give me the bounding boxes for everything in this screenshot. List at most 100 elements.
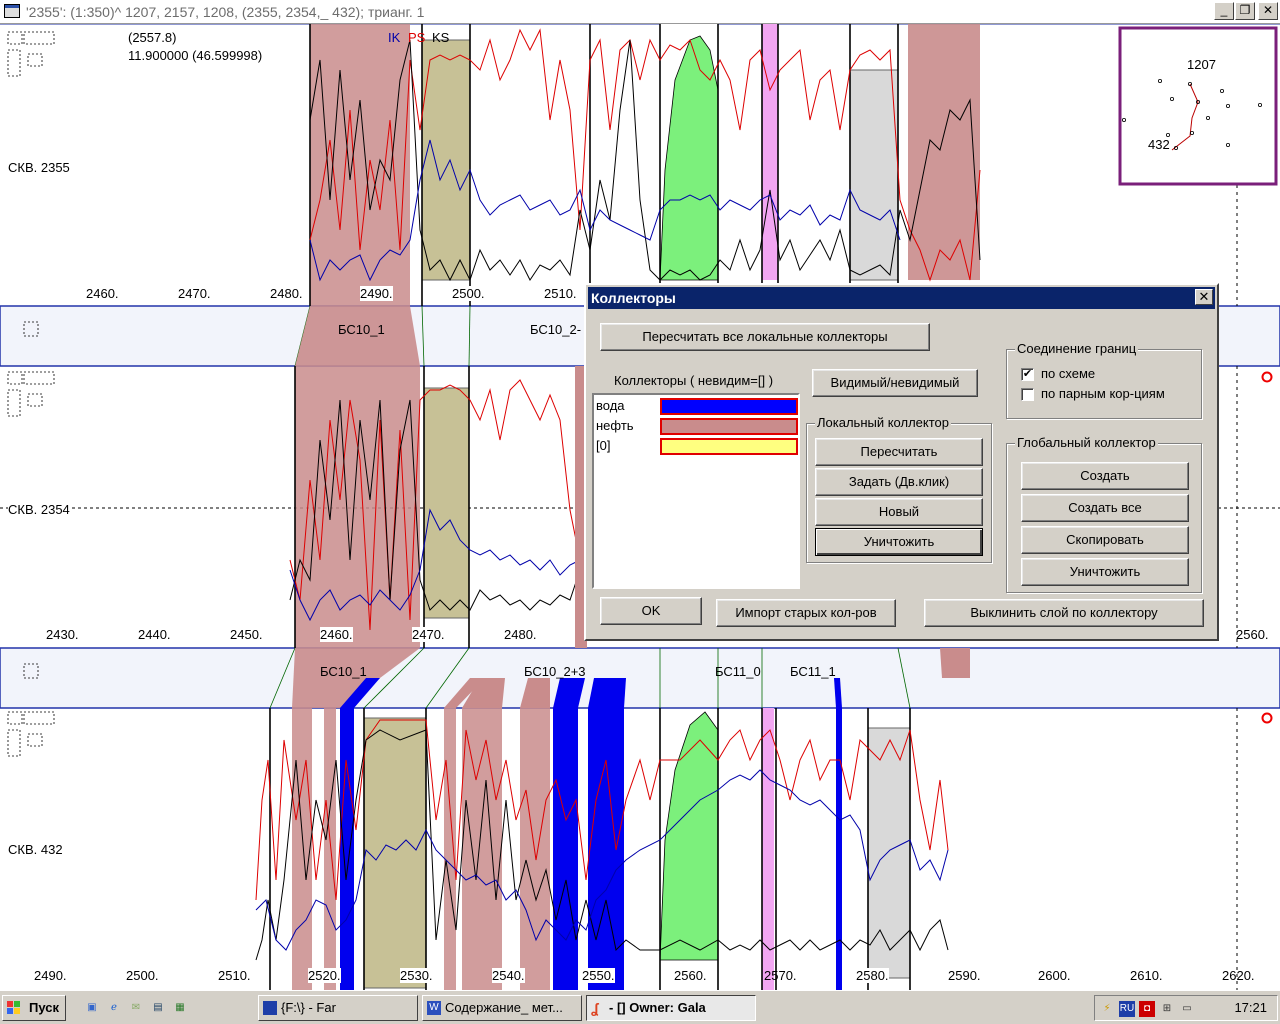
global-create-all-button[interactable]: Создать все — [1021, 494, 1189, 522]
strat-label: БС10_1 — [338, 322, 385, 337]
tick-label: 2530. — [400, 968, 433, 983]
dialog-title: Коллекторы — [588, 287, 1215, 309]
minimap-label-432: 432 — [1148, 137, 1170, 152]
task-owner[interactable]: ʆ - [] Owner: Gala — [586, 995, 756, 1021]
maximize-button[interactable]: ❐ — [1235, 2, 1255, 20]
minimize-button[interactable]: _ — [1214, 2, 1234, 20]
word-icon: W — [427, 1001, 441, 1015]
global-group-label: Глобальный коллектор — [1015, 435, 1158, 450]
windows-logo-icon — [7, 1001, 20, 1014]
tick-label: 2480. — [270, 286, 303, 301]
task-far[interactable]: {F:\} - Far — [258, 995, 418, 1021]
import-old-button[interactable]: Импорт старых кол-ров — [716, 599, 896, 627]
collectors-dialog: Коллекторы ✕ Пересчитать все локальные к… — [584, 283, 1219, 641]
list-item-oil[interactable]: нефть — [596, 418, 634, 433]
app-icon[interactable] — [4, 4, 20, 18]
usb-icon[interactable]: ⊞ — [1159, 1001, 1175, 1017]
strat-label: БС10_1 — [320, 664, 367, 679]
dialog-close-button[interactable]: ✕ — [1195, 289, 1213, 305]
task-owner-label: - [] Owner: Gala — [609, 1000, 706, 1015]
strat-label: БС10_2+3 — [524, 664, 586, 679]
start-button[interactable]: Пуск — [2, 995, 66, 1021]
tick-label: 2590. — [948, 968, 981, 983]
start-label: Пуск — [29, 1000, 59, 1015]
legend-ks: KS — [432, 30, 450, 45]
tick-label: 2620. — [1222, 968, 1255, 983]
well-name-432: СКВ. 432 — [8, 842, 63, 857]
local-set-button[interactable]: Задать (Дв.клик) — [815, 468, 983, 496]
local-new-button[interactable]: Новый — [815, 498, 983, 526]
global-collector-group: Глобальный коллектор Создать Создать все… — [1006, 435, 1202, 593]
tick-label: 2430. — [46, 627, 79, 642]
taskbar: Пуск ▣ ℯ ✉ ▤ ▦ {F:\} - Far W Содержание_… — [0, 990, 1280, 1024]
tick-label: 2470. — [178, 286, 211, 301]
global-copy-button[interactable]: Скопировать — [1021, 526, 1189, 554]
tick-label: 2610. — [1130, 968, 1163, 983]
well-name-2354: СКВ. 2354 — [8, 502, 70, 517]
show-desktop-icon[interactable]: ▣ — [84, 1000, 100, 1016]
tick-label: 2460. — [320, 627, 353, 642]
local-delete-button[interactable]: Уничтожить — [815, 528, 983, 556]
tick-label: 2540. — [492, 968, 525, 983]
zero-color-swatch[interactable] — [660, 438, 798, 455]
well-track-432 — [255, 708, 949, 990]
value-readout: 11.900000 (46.599998) — [128, 48, 263, 63]
strat-label: БС10_2- — [530, 322, 582, 337]
tick-label: 2510. — [544, 286, 577, 301]
global-create-button[interactable]: Создать — [1021, 462, 1189, 490]
border-join-group: Соединение границ ✔ по схеме по парным к… — [1006, 341, 1202, 419]
oil-color-swatch[interactable] — [660, 418, 798, 435]
tick-label: 2500. — [452, 286, 485, 301]
legend-ik: IK — [388, 30, 401, 45]
by-pairs-checkbox[interactable] — [1021, 388, 1034, 401]
clock: 17:21 — [1234, 1000, 1267, 1015]
quicklaunch-app2-icon[interactable]: ▦ — [172, 1000, 188, 1016]
minimap — [1118, 26, 1278, 186]
border-group-label: Соединение границ — [1015, 341, 1139, 356]
task-word[interactable]: W Содержание_ мет... — [422, 995, 582, 1021]
tick-label: 2450. — [230, 627, 263, 642]
by-scheme-label[interactable]: по схеме — [1041, 366, 1095, 381]
collectors-list-caption: Коллекторы ( невидим=[] ) — [614, 373, 774, 388]
tick-label: 2510. — [218, 968, 251, 983]
close-button[interactable]: ✕ — [1258, 2, 1278, 20]
tick-label: 2560. — [674, 968, 707, 983]
local-recalc-button[interactable]: Пересчитать — [815, 438, 983, 466]
quicklaunch-app-icon[interactable]: ▤ — [150, 1000, 166, 1016]
app-task-icon: ʆ — [591, 1000, 599, 1016]
by-pairs-label[interactable]: по парным кор-циям — [1041, 386, 1165, 401]
tick-label: 2550. — [582, 968, 615, 983]
monitor-icon[interactable]: ▭ — [1179, 1001, 1195, 1017]
well-name-2355: СКВ. 2355 — [8, 160, 70, 175]
well-track-2355 — [309, 24, 981, 306]
list-item-water[interactable]: вода — [596, 398, 625, 413]
internet-explorer-icon[interactable]: ℯ — [106, 1000, 122, 1016]
list-item-zero[interactable]: [0] — [596, 438, 610, 453]
align-layer-button[interactable]: Выклинить слой по коллектору — [924, 599, 1204, 627]
water-color-swatch[interactable] — [660, 398, 798, 415]
task-far-label: {F:\} - Far — [281, 1000, 336, 1015]
visible-toggle-button[interactable]: Видимый/невидимый — [812, 369, 978, 397]
recalc-all-button[interactable]: Пересчитать все локальные коллекторы — [600, 323, 930, 351]
marker-432 — [1261, 712, 1273, 724]
antivirus-icon[interactable]: ◘ — [1139, 1001, 1155, 1017]
by-scheme-checkbox[interactable]: ✔ — [1021, 368, 1034, 381]
tick-label: 2580. — [856, 968, 889, 983]
tick-label: 2520. — [308, 968, 341, 983]
marker-2354 — [1261, 371, 1273, 383]
strat-label: БС11_1 — [790, 664, 836, 679]
collectors-list[interactable]: вода нефть [0] — [592, 393, 800, 589]
correlation-strip-2 — [0, 647, 1280, 709]
language-indicator[interactable]: RU — [1119, 1001, 1135, 1017]
tick-label: 2440. — [138, 627, 171, 642]
title-bar: '2355': (1:350)^ 1207, 2157, 1208, (2355… — [0, 0, 1280, 24]
tick-label: 2460. — [86, 286, 119, 301]
depth-readout: (2557.8) — [128, 30, 177, 45]
network-icon[interactable]: ⚡ — [1099, 1001, 1115, 1017]
outlook-icon[interactable]: ✉ — [128, 1000, 144, 1016]
window-title: '2355': (1:350)^ 1207, 2157, 1208, (2355… — [26, 4, 425, 20]
global-delete-button[interactable]: Уничтожить — [1021, 558, 1189, 586]
ok-button[interactable]: OK — [600, 597, 702, 625]
tick-label: 2480. — [504, 627, 537, 642]
well-track-2354 — [289, 366, 581, 648]
